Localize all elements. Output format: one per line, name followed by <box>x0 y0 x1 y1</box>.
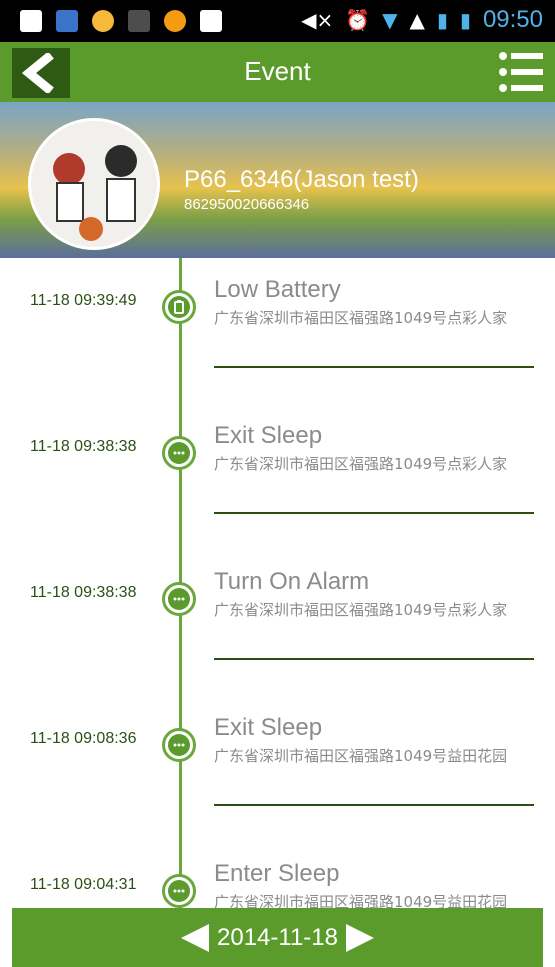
battery-status-icon: ▮ <box>459 8 471 32</box>
event-item[interactable]: 11-18 09:04:31 Enter Sleep 广东省深圳市福田区福强路1… <box>0 842 555 908</box>
event-item[interactable]: 11-18 09:38:38 Turn On Alarm 广东省深圳市福田区福强… <box>0 550 555 696</box>
event-time: 11-18 09:08:36 <box>30 730 137 747</box>
event-time: 11-18 09:39:49 <box>30 292 137 309</box>
event-item[interactable]: 11-18 09:08:36 Exit Sleep 广东省深圳市福田区福强路10… <box>0 696 555 842</box>
divider <box>214 658 534 660</box>
event-marker <box>162 436 196 470</box>
event-address: 广东省深圳市福田区福强路1049号点彩人家 <box>214 601 508 619</box>
event-time: 11-18 09:38:38 <box>30 584 137 601</box>
avatar[interactable] <box>28 118 160 250</box>
sim-icon: ▲ <box>409 8 425 32</box>
app-header: Event <box>0 42 555 102</box>
next-date-button[interactable] <box>345 923 374 952</box>
event-title: Exit Sleep <box>214 714 323 741</box>
divider <box>214 804 534 806</box>
event-item[interactable]: 11-18 09:38:38 Exit Sleep 广东省深圳市福田区福强路10… <box>0 404 555 550</box>
chat-bubble-icon <box>168 588 190 610</box>
event-title: Low Battery <box>214 276 341 303</box>
mute-icon: ◀× <box>301 8 334 32</box>
event-title: Exit Sleep <box>214 422 323 449</box>
previous-date-button[interactable] <box>181 923 209 952</box>
add-notification-icon <box>20 10 42 32</box>
event-marker <box>162 874 196 908</box>
avatar-illustration-icon <box>31 121 157 247</box>
device-name: P66_6346(Jason test) <box>184 166 419 193</box>
status-time: 09:50 <box>482 6 543 33</box>
page-title: Event <box>244 56 311 86</box>
chat-bubble-icon <box>168 734 190 756</box>
event-timeline[interactable]: 11-18 09:39:49 Low Battery 广东省深圳市福田区福强路1… <box>0 258 555 908</box>
event-item[interactable]: 11-18 09:39:49 Low Battery 广东省深圳市福田区福强路1… <box>0 258 555 404</box>
menu-button[interactable] <box>497 50 545 94</box>
question-wifi-icon <box>128 10 150 32</box>
status-bar: ◀× ⏰ ▼ ▲ ▮ ▮ 09:50 <box>0 0 555 42</box>
system-icons: ◀× ⏰ ▼ ▲ ▮ ▮ 09:50 <box>301 6 543 34</box>
current-date: 2014-11-18 <box>217 923 338 951</box>
chat-bubble-icon <box>168 880 190 902</box>
event-address: 广东省深圳市福田区福强路1049号点彩人家 <box>214 309 508 327</box>
image-icon <box>200 10 222 32</box>
chat-bubble-icon <box>168 442 190 464</box>
device-banner: P66_6346(Jason test) 862950020666346 <box>0 102 555 258</box>
battery-icon <box>168 296 190 318</box>
device-id: 862950020666346 <box>184 196 310 213</box>
event-marker <box>162 728 196 762</box>
date-navigator: 2014-11-18 <box>12 908 543 967</box>
event-address: 广东省深圳市福田区福强路1049号益田花园 <box>214 747 508 765</box>
event-title: Turn On Alarm <box>214 568 370 595</box>
divider <box>214 512 534 514</box>
notification-icons <box>20 10 222 32</box>
event-address: 广东省深圳市福田区福强路1049号点彩人家 <box>214 455 508 473</box>
event-address: 广东省深圳市福田区福强路1049号益田花园 <box>214 893 508 908</box>
event-marker <box>162 290 196 324</box>
event-time: 11-18 09:04:31 <box>30 876 137 893</box>
news-icon <box>56 10 78 32</box>
event-time: 11-18 09:38:38 <box>30 438 137 455</box>
event-title: Enter Sleep <box>214 860 340 887</box>
app-icon <box>164 10 186 32</box>
signal-icon: ▮ <box>436 8 448 32</box>
alarm-icon: ⏰ <box>345 8 371 32</box>
list-menu-icon <box>499 52 543 92</box>
sun-icon <box>92 10 114 32</box>
wifi-icon: ▼ <box>382 8 398 32</box>
event-marker <box>162 582 196 616</box>
divider <box>214 366 534 368</box>
